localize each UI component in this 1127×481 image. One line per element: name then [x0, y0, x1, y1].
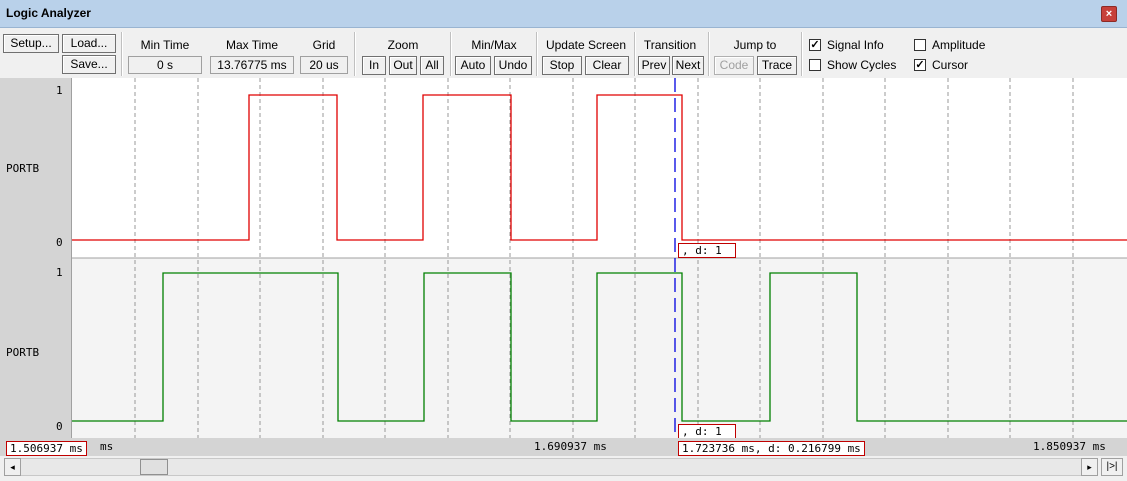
transition-label: Transition — [643, 38, 697, 52]
toolbar-separator — [450, 32, 452, 76]
title-bar: Logic Analyzer × — [0, 0, 1127, 28]
cursor-label: Cursor — [932, 58, 969, 72]
jump-to-label: Jump to — [733, 38, 777, 52]
load-button[interactable]: Load... — [62, 34, 116, 53]
cursor-signal-info-box: , d: 1 — [678, 243, 736, 258]
zoom-all-button[interactable]: All — [420, 56, 444, 75]
max-time-value: 13.76775 ms — [210, 56, 294, 74]
jump-code-button[interactable]: Code — [714, 56, 754, 75]
toolbar-separator — [801, 32, 803, 76]
low-level-label: 0 — [56, 420, 63, 433]
window-title: Logic Analyzer — [6, 6, 91, 20]
left-time-unit: ms — [100, 440, 114, 453]
waveform-area[interactable]: PORTB 1 0 PORTB 1 0 , d: 1 , d: 1 — [0, 78, 1127, 439]
low-level-label: 0 — [56, 236, 63, 249]
setup-button[interactable]: Setup... — [3, 34, 59, 53]
scroll-right-arrow-icon[interactable]: ▸ — [1081, 458, 1098, 476]
zoom-out-button[interactable]: Out — [389, 56, 417, 75]
toolbar-separator — [536, 32, 538, 76]
cursor-checkbox[interactable]: ✓ — [914, 59, 926, 71]
signal-name-cell[interactable]: PORTB 1 0 — [0, 258, 72, 438]
horizontal-scrollbar[interactable]: ◂ ▸ |>| — [0, 456, 1127, 481]
jump-trace-button[interactable]: Trace — [757, 56, 797, 75]
update-screen-label: Update Screen — [545, 38, 627, 52]
max-time-label: Max Time — [225, 38, 278, 52]
show-cycles-label: Show Cycles — [827, 58, 897, 72]
clear-button[interactable]: Clear — [585, 56, 629, 75]
next-transition-button[interactable]: Next — [672, 56, 704, 75]
stop-button[interactable]: Stop — [542, 56, 582, 75]
toolbar-separator — [708, 32, 710, 76]
auto-button[interactable]: Auto — [455, 56, 491, 75]
grid-value: 20 us — [300, 56, 348, 74]
scrollbar-track[interactable] — [4, 458, 1098, 476]
waveform-canvas[interactable] — [72, 78, 1127, 438]
amplitude-checkbox[interactable] — [914, 39, 926, 51]
prev-transition-button[interactable]: Prev — [638, 56, 670, 75]
time-label-right: 1.850937 ms — [1033, 440, 1106, 453]
cursor-signal-info-box: , d: 1 — [678, 424, 736, 439]
min-time-value: 0 s — [128, 56, 202, 74]
save-button[interactable]: Save... — [62, 55, 116, 74]
grid-label: Grid — [312, 38, 336, 52]
undo-button[interactable]: Undo — [494, 56, 532, 75]
scroll-left-arrow-icon[interactable]: ◂ — [4, 458, 21, 476]
signal-name: PORTB — [6, 162, 40, 175]
high-level-label: 1 — [56, 266, 63, 279]
trace-background — [72, 78, 1127, 258]
signal-info-label: Signal Info — [827, 38, 884, 52]
amplitude-label: Amplitude — [932, 38, 986, 52]
high-level-label: 1 — [56, 84, 63, 97]
left-time-box: 1.506937 ms — [6, 441, 87, 456]
close-button[interactable]: × — [1101, 6, 1117, 22]
zoom-label: Zoom — [387, 38, 419, 52]
minmax-label: Min/Max — [471, 38, 517, 52]
toolbar-separator — [354, 32, 356, 76]
time-label-mid: 1.690937 ms — [534, 440, 607, 453]
cursor-time-box: 1.723736 ms, d: 0.216799 ms — [678, 441, 865, 456]
min-time-label: Min Time — [140, 38, 190, 52]
signal-info-checkbox[interactable]: ✓ — [809, 39, 821, 51]
show-cycles-checkbox[interactable] — [809, 59, 821, 71]
time-axis: 1.506937 ms ms 1.690937 ms 1.723736 ms, … — [0, 438, 1127, 456]
scrollbar-thumb[interactable] — [140, 459, 168, 475]
toolbar-separator — [121, 32, 123, 76]
signal-name-cell[interactable]: PORTB 1 0 — [0, 78, 72, 258]
scroll-to-end-button[interactable]: |>| — [1101, 458, 1123, 476]
zoom-in-button[interactable]: In — [362, 56, 386, 75]
trace-background — [72, 258, 1127, 438]
signal-name: PORTB — [6, 346, 40, 359]
